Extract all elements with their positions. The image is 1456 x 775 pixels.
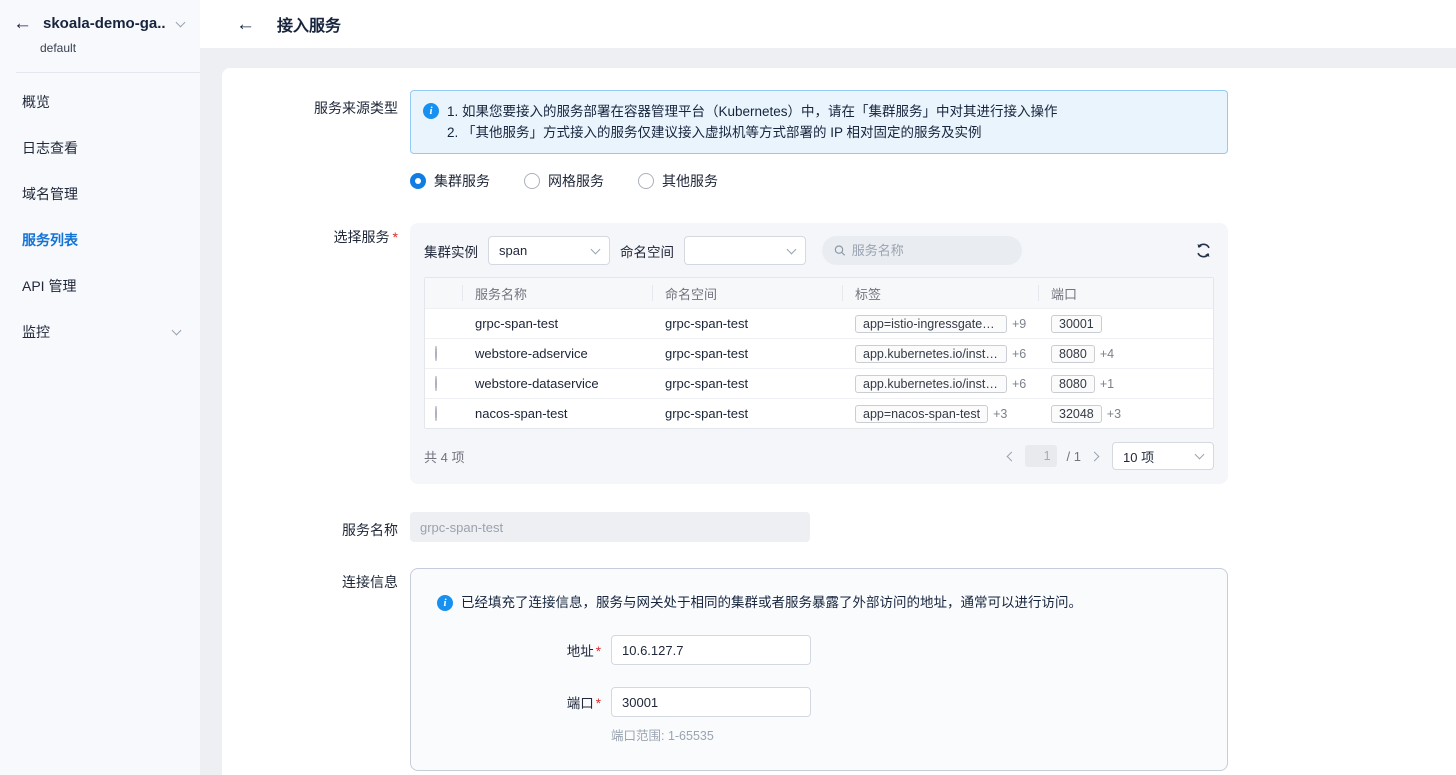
source-type-notice: i 1. 如果您要接入的服务部署在容器管理平台（Kubernetes）中，请在「… — [410, 90, 1228, 154]
sidebar: ← skoala-demo-ga... default 概览 日志查看 域名管理… — [0, 0, 200, 775]
namespace-filter-label: 命名空间 — [620, 241, 674, 261]
sidebar-back-icon[interactable]: ← — [13, 14, 32, 33]
select-service-row: 选择服务* 集群实例 span 命名空间 — [222, 219, 1456, 484]
page-header: ← 接入服务 — [200, 0, 1456, 48]
table-header: 服务名称 命名空间 标签 端口 — [425, 278, 1213, 308]
sidebar-item-services[interactable]: 服务列表 — [0, 217, 200, 263]
port-label: 端口* — [435, 692, 611, 712]
page-title: 接入服务 — [277, 12, 341, 36]
notice-line-1: 1. 如果您要接入的服务部署在容器管理平台（Kubernetes）中，请在「集群… — [447, 101, 1058, 122]
connection-row: 连接信息 i 已经填充了连接信息，服务与网关处于相同的集群或者服务暴露了外部访问… — [222, 564, 1456, 771]
address-label: 地址* — [435, 640, 611, 660]
row-radio[interactable] — [435, 376, 437, 391]
refresh-icon — [1195, 242, 1212, 259]
radio-other-service[interactable]: 其他服务 — [638, 171, 718, 191]
address-input[interactable] — [611, 635, 811, 665]
radio-cluster-service[interactable]: 集群服务 — [410, 171, 490, 191]
refresh-button[interactable] — [1195, 242, 1214, 259]
connection-label: 连接信息 — [222, 564, 410, 771]
label-chip: app.kubernetes.io/instan... — [855, 375, 1007, 393]
page-size-select[interactable]: 10 项 — [1112, 442, 1214, 470]
port-chip: 30001 — [1051, 315, 1102, 333]
sidebar-item-api[interactable]: API 管理 — [0, 263, 200, 309]
col-service-name: 服务名称 — [463, 285, 653, 301]
notice-line-2: 2. 「其他服务」方式接入的服务仅建议接入虚拟机等方式部署的 IP 相对固定的服… — [447, 122, 1058, 143]
search-icon — [834, 244, 846, 257]
radio-mesh-service[interactable]: 网格服务 — [524, 171, 604, 191]
sidebar-item-monitoring[interactable]: 监控 — [0, 309, 200, 355]
table-row[interactable]: webstore-adservice grpc-span-test app.ku… — [425, 338, 1213, 368]
project-name: skoala-demo-ga... — [43, 15, 166, 32]
service-filter-bar: 集群实例 span 命名空间 — [424, 236, 1214, 265]
select-service-panel: 集群实例 span 命名空间 — [410, 223, 1228, 484]
service-search-box[interactable] — [822, 236, 1022, 265]
prev-page-icon[interactable] — [1006, 451, 1016, 461]
connection-panel: i 已经填充了连接信息，服务与网关处于相同的集群或者服务暴露了外部访问的地址，通… — [410, 568, 1228, 771]
chevron-down-icon — [1195, 450, 1205, 460]
port-field-row: 端口* — [435, 687, 1203, 717]
chevron-down-icon — [591, 244, 601, 254]
chevron-down-icon — [787, 244, 797, 254]
sidebar-divider — [16, 72, 200, 73]
port-chip: 8080 — [1051, 345, 1095, 363]
source-type-options: 集群服务 网格服务 其他服务 — [410, 171, 1228, 191]
pagination-bar: 共 4 项 1 / 1 10 项 — [424, 442, 1214, 470]
label-chip: app.kubernetes.io/instan... — [855, 345, 1007, 363]
row-radio[interactable] — [435, 406, 437, 421]
source-type-row: 服务来源类型 i 1. 如果您要接入的服务部署在容器管理平台（Kubernete… — [222, 90, 1456, 191]
label-chip: app=istio-ingressgatew... — [855, 315, 1007, 333]
port-chip: 32048 — [1051, 405, 1102, 423]
connection-notice: i 已经填充了连接信息，服务与网关处于相同的集群或者服务暴露了外部访问的地址，通… — [435, 593, 1203, 613]
chevron-down-icon — [176, 17, 186, 27]
radio-icon — [638, 173, 654, 189]
app-root: ← skoala-demo-ga... default 概览 日志查看 域名管理… — [0, 0, 1456, 775]
select-service-label: 选择服务* — [222, 219, 410, 484]
namespace-select[interactable] — [684, 236, 806, 265]
next-page-icon[interactable] — [1090, 451, 1100, 461]
page-back-button[interactable]: ← — [236, 15, 255, 34]
project-switcher[interactable]: ← skoala-demo-ga... — [13, 14, 184, 33]
col-port: 端口 — [1039, 285, 1213, 301]
source-type-label: 服务来源类型 — [222, 90, 410, 191]
service-name-row: 服务名称 grpc-span-test — [222, 512, 1456, 542]
content-card: 服务来源类型 i 1. 如果您要接入的服务部署在容器管理平台（Kubernete… — [222, 68, 1456, 775]
sidebar-item-overview[interactable]: 概览 — [0, 79, 200, 125]
table-row[interactable]: grpc-span-test grpc-span-test app=istio-… — [425, 308, 1213, 338]
service-search-input[interactable] — [852, 243, 1010, 258]
col-labels: 标签 — [843, 285, 1039, 301]
service-table: 服务名称 命名空间 标签 端口 grpc-span-test g — [424, 277, 1214, 429]
address-field-row: 地址* — [435, 635, 1203, 665]
cluster-instance-select[interactable]: span — [488, 236, 610, 265]
table-row[interactable]: nacos-span-test grpc-span-test app=nacos… — [425, 398, 1213, 428]
sidebar-item-domains[interactable]: 域名管理 — [0, 171, 200, 217]
service-name-label: 服务名称 — [222, 512, 410, 542]
table-row[interactable]: webstore-dataservice grpc-span-test app.… — [425, 368, 1213, 398]
namespace-label: default — [40, 41, 184, 55]
row-radio[interactable] — [435, 346, 437, 361]
sidebar-item-logs[interactable]: 日志查看 — [0, 125, 200, 171]
port-chip: 8080 — [1051, 375, 1095, 393]
label-chip: app=nacos-span-test — [855, 405, 988, 423]
radio-selected-icon — [410, 173, 426, 189]
page-total: / 1 — [1067, 449, 1081, 464]
info-icon: i — [423, 103, 439, 119]
col-namespace: 命名空间 — [653, 285, 843, 301]
main-area: ← 接入服务 服务来源类型 i 1. 如果您要接入的服务部署在容器管理平台（Ku… — [200, 0, 1456, 775]
sidebar-menu: 概览 日志查看 域名管理 服务列表 API 管理 监控 — [0, 77, 200, 355]
service-name-input: grpc-span-test — [410, 512, 810, 542]
page-input[interactable]: 1 — [1025, 445, 1057, 467]
content-background: 服务来源类型 i 1. 如果您要接入的服务部署在容器管理平台（Kubernete… — [200, 48, 1456, 775]
port-input[interactable] — [611, 687, 811, 717]
chevron-down-icon — [172, 326, 182, 336]
port-range-hint: 端口范围: 1-65535 — [611, 725, 1203, 744]
cluster-instance-label: 集群实例 — [424, 241, 478, 261]
radio-icon — [524, 173, 540, 189]
info-icon: i — [437, 595, 453, 611]
total-count: 共 4 项 — [424, 447, 464, 466]
